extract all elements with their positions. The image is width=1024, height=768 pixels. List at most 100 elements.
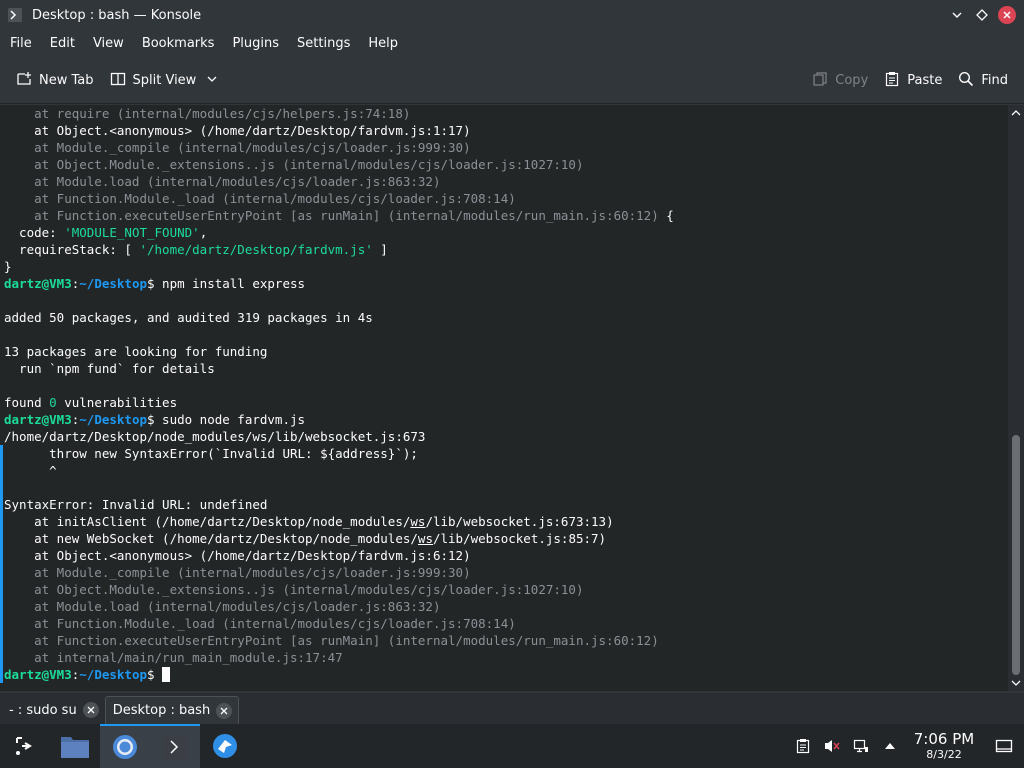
close-tab-icon[interactable] — [82, 702, 99, 718]
menu-edit[interactable]: Edit — [41, 30, 84, 58]
terminal-text-segment: at Function.executeUserEntryPoint [as ru… — [4, 633, 659, 648]
terminal-line: at Function.Module._load (internal/modul… — [4, 615, 674, 632]
terminal-text-segment: code: — [4, 225, 65, 240]
terminal-line: at initAsClient (/home/dartz/Desktop/nod… — [4, 513, 674, 530]
terminal-text-segment: ~/Desktop — [79, 412, 147, 427]
terminal-text-segment: at Object.Module._extensions..js (intern… — [4, 582, 584, 597]
clipboard-icon[interactable] — [788, 724, 817, 768]
terminal-line: at Object.Module._extensions..js (intern… — [4, 156, 674, 173]
terminal-text-segment: at Module._compile (internal/modules/cjs… — [4, 140, 471, 155]
show-desktop-icon[interactable] — [984, 724, 1024, 768]
close-button[interactable] — [996, 4, 1018, 26]
terminal-text-segment: ~/Desktop — [79, 667, 147, 682]
tab-label: - : sudo su — [9, 702, 77, 718]
toolbar: New Tab Split View Copy Paste Find — [0, 58, 1024, 104]
window-title: Desktop : bash — Konsole — [32, 7, 202, 23]
terminal-text-segment: 0 — [49, 395, 57, 410]
chevron-down-icon[interactable] — [207, 73, 217, 88]
terminal-line: 13 packages are looking for funding — [4, 343, 674, 360]
terminal-line: at Module._compile (internal/modules/cjs… — [4, 139, 674, 156]
terminal-line: added 50 packages, and audited 319 packa… — [4, 309, 674, 326]
search-icon — [958, 71, 974, 91]
new-tab-button[interactable]: New Tab — [8, 64, 102, 98]
terminal-line: at Module._compile (internal/modules/cjs… — [4, 564, 674, 581]
terminal-line: at Function.Module._load (internal/modul… — [4, 190, 674, 207]
terminal-text-segment: ] — [372, 242, 388, 257]
split-view-button[interactable]: Split View — [102, 64, 226, 98]
maximize-diamond-icon[interactable] — [971, 4, 993, 26]
terminal-line: } — [4, 258, 674, 275]
chromium-browser-icon[interactable] — [100, 724, 150, 768]
scroll-up-icon[interactable] — [1008, 105, 1024, 121]
menu-bar: File Edit View Bookmarks Plugins Setting… — [0, 30, 1024, 58]
minimize-chevron-icon[interactable] — [946, 4, 968, 26]
terminal-line: at require (internal/modules/cjs/helpers… — [4, 105, 674, 122]
title-bar[interactable]: Desktop : bash — Konsole — [0, 0, 1024, 30]
paste-button[interactable]: Paste — [876, 64, 950, 98]
konsole-icon — [6, 6, 24, 24]
close-tab-icon[interactable] — [216, 702, 233, 719]
terminal-cursor — [162, 667, 171, 682]
copy-button[interactable]: Copy — [804, 64, 876, 98]
terminal-scrollbar[interactable] — [1008, 105, 1024, 691]
session-tab-bar: - : sudo su Desktop : bash — [0, 693, 1024, 724]
menu-view[interactable]: View — [84, 30, 133, 58]
terminal-text-segment: /home/dartz/Desktop/node_modules/ws/lib/… — [4, 429, 426, 444]
tab-sudo-su[interactable]: - : sudo su — [2, 696, 105, 724]
terminal-text-segment: at Module.load (internal/modules/cjs/loa… — [4, 174, 441, 189]
terminal-text-segment: at Function.executeUserEntryPoint [as ru… — [4, 208, 659, 223]
clock-date: 8/3/22 — [926, 748, 962, 761]
menu-bookmarks[interactable]: Bookmarks — [133, 30, 224, 58]
scrollbar-thumb[interactable] — [1012, 435, 1020, 675]
konsole-terminal-icon[interactable] — [150, 724, 200, 768]
terminal-line: dartz@VM3:~/Desktop$ sudo node fardvm.js — [4, 411, 674, 428]
terminal-line: throw new SyntaxError(`Invalid URL: ${ad… — [4, 445, 674, 462]
terminal-text-segment: added 50 packages, and audited 319 packa… — [4, 310, 373, 325]
terminal-text-segment: requireStack: [ — [4, 242, 140, 257]
terminal-lines: at require (internal/modules/cjs/helpers… — [4, 105, 674, 683]
file-manager-icon[interactable] — [50, 724, 100, 768]
tab-label: Desktop : bash — [112, 703, 211, 718]
output-marker — [0, 445, 3, 462]
terminal-line: at Object.<anonymous> (/home/dartz/Deskt… — [4, 547, 674, 564]
discover-store-icon[interactable] — [200, 724, 250, 768]
terminal-line: at Object.Module._extensions..js (intern… — [4, 581, 674, 598]
terminal-line: at Function.executeUserEntryPoint [as ru… — [4, 632, 674, 649]
tray-expand-icon[interactable] — [875, 724, 904, 768]
menu-settings[interactable]: Settings — [288, 30, 359, 58]
scroll-down-icon[interactable] — [1008, 675, 1024, 691]
find-button[interactable]: Find — [950, 64, 1016, 98]
terminal-line: at Object.<anonymous> (/home/dartz/Deskt… — [4, 122, 674, 139]
network-icon[interactable] — [846, 724, 875, 768]
digital-clock[interactable]: 7:06 PM 8/3/22 — [908, 730, 980, 762]
terminal-text-segment: throw new SyntaxError(`Invalid URL: ${ad… — [4, 446, 418, 461]
copy-icon — [812, 71, 828, 91]
terminal-line: requireStack: [ '/home/dartz/Desktop/far… — [4, 241, 674, 258]
terminal-text-segment: at Object.<anonymous> (/home/dartz/Deskt… — [4, 123, 471, 138]
menu-file[interactable]: File — [1, 30, 41, 58]
terminal-text-segment: ~/Desktop — [79, 276, 147, 291]
terminal-text-segment: 'MODULE_NOT_FOUND' — [64, 225, 200, 240]
terminal-text-segment: found — [4, 395, 50, 410]
terminal-line: SyntaxError: Invalid URL: undefined — [4, 496, 674, 513]
new-tab-label: New Tab — [39, 73, 94, 88]
copy-label: Copy — [835, 73, 869, 88]
terminal-line: at new WebSocket (/home/dartz/Desktop/no… — [4, 530, 674, 547]
terminal-text-segment: ws — [410, 514, 426, 529]
terminal-text-segment: ws — [417, 531, 433, 546]
tab-desktop-bash[interactable]: Desktop : bash — [104, 696, 240, 724]
terminal-text-segment: 13 packages are looking for funding — [4, 344, 268, 359]
application-launcher-icon[interactable] — [0, 724, 50, 768]
menu-help[interactable]: Help — [359, 30, 407, 58]
terminal-output[interactable]: at require (internal/modules/cjs/helpers… — [0, 105, 1008, 691]
paste-icon — [884, 71, 900, 91]
terminal-line: found 0 vulnerabilities — [4, 394, 674, 411]
terminal-text-segment: { — [658, 208, 674, 223]
terminal-line: code: 'MODULE_NOT_FOUND', — [4, 224, 674, 241]
volume-muted-icon[interactable] — [817, 724, 846, 768]
terminal-text-segment: dartz@VM3 — [4, 276, 72, 291]
menu-plugins[interactable]: Plugins — [223, 30, 288, 58]
